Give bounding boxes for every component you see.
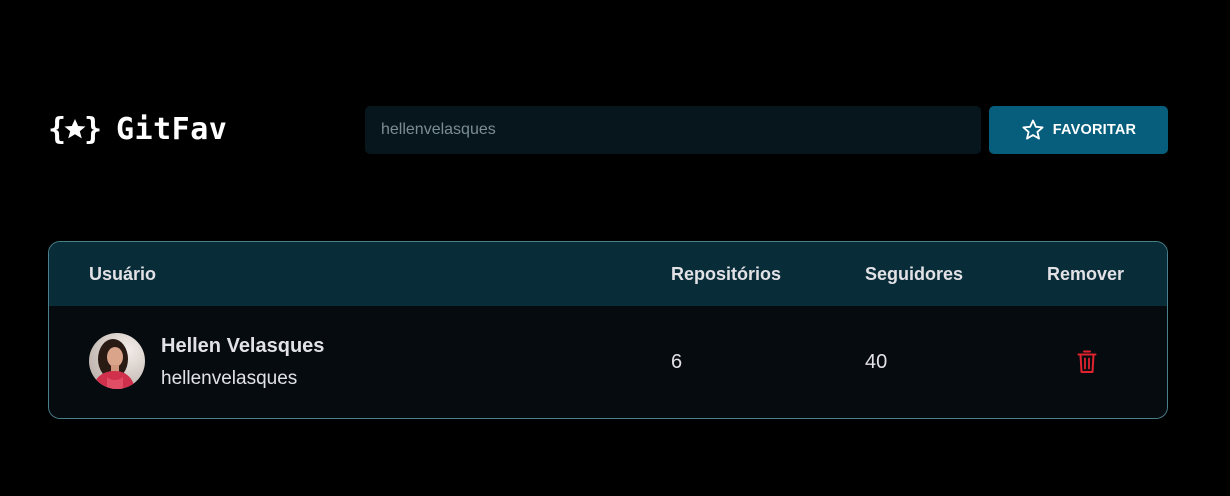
table-row: Hellen Velasques hellenvelasques 6 40 [49,306,1167,418]
star-braces-icon: { } [48,112,102,146]
star-outline-icon [1021,118,1045,142]
favorite-button-label: FAVORITAR [1052,122,1137,138]
avatar [89,333,145,389]
search-input[interactable] [365,106,981,154]
column-header-user: Usuário [89,264,157,284]
remove-button[interactable] [1075,349,1099,375]
trash-icon [1077,350,1097,374]
table-header: Usuário Repositórios Seguidores Remover [49,242,1167,306]
followers-count: 40 [865,351,888,373]
svg-text:}: } [84,112,102,146]
logo-text: GitFav [116,111,228,147]
favorite-button[interactable]: FAVORITAR [989,106,1168,154]
column-header-repositories: Repositórios [671,264,782,284]
page: { } GitFav FAVORITAR Usuário Repositório… [0,0,1230,496]
logo: { } GitFav [48,110,227,148]
repositories-count: 6 [671,351,683,373]
favorites-table: Usuário Repositórios Seguidores Remover [48,241,1168,419]
user-name[interactable]: Hellen Velasques [161,335,324,358]
column-header-remove: Remover [1047,264,1125,284]
svg-text:{: { [48,112,66,146]
table-body: Hellen Velasques hellenvelasques 6 40 [49,306,1167,418]
column-header-followers: Seguidores [865,264,964,284]
user-login[interactable]: hellenvelasques [161,368,297,390]
